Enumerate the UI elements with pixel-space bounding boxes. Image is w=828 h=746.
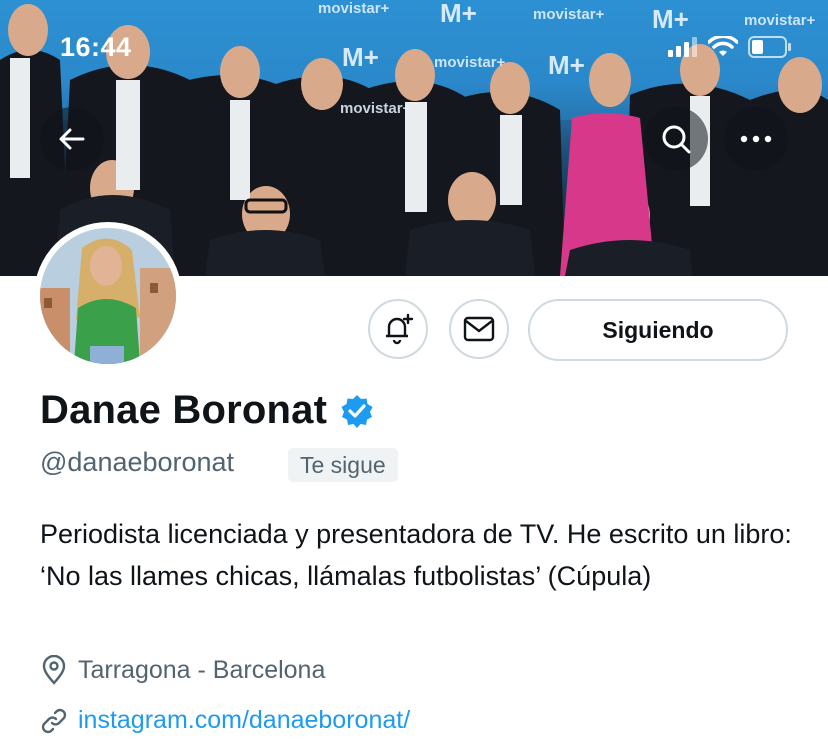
profile-name-row: Danae Boronat xyxy=(40,388,375,433)
arrow-left-icon xyxy=(59,128,85,150)
profile-avatar[interactable] xyxy=(34,222,182,370)
profile-website[interactable]: instagram.com/danaeboronat/ xyxy=(40,706,410,735)
banner-logo-mark: M+ xyxy=(652,4,689,34)
following-button[interactable]: Siguiendo xyxy=(528,299,788,361)
battery-icon xyxy=(748,36,791,58)
status-time: 16:44 xyxy=(60,32,132,62)
banner-logo-mark: M+ xyxy=(440,0,477,28)
profile-bio: Periodista licenciada y presentadora de … xyxy=(40,519,792,591)
follows-you-badge: Te sigue xyxy=(288,448,398,482)
verified-badge-icon xyxy=(341,394,373,428)
search-button[interactable] xyxy=(644,107,708,171)
banner-brand-text: movistar+ xyxy=(744,12,816,29)
status-icons xyxy=(668,36,792,58)
wifi-icon xyxy=(708,36,738,56)
banner-logo-mark: M+ xyxy=(548,50,585,80)
profile-name: Danae Boronat xyxy=(40,388,328,432)
avatar-photo xyxy=(40,228,176,364)
signal-icon xyxy=(668,37,697,57)
envelope-icon xyxy=(463,316,495,342)
website-link[interactable]: instagram.com/danaeboronat/ xyxy=(78,706,410,735)
banner-brand-text: movistar+ xyxy=(340,100,412,117)
search-icon xyxy=(662,125,691,154)
message-button[interactable] xyxy=(449,299,509,359)
location-text: Tarragona - Barcelona xyxy=(78,655,326,684)
bell-plus-icon xyxy=(386,313,414,345)
more-button[interactable] xyxy=(724,107,788,171)
notifications-button[interactable] xyxy=(368,299,428,359)
profile-location: Tarragona - Barcelona xyxy=(40,655,325,685)
banner-brand-text: movistar+ xyxy=(533,6,605,23)
back-button[interactable] xyxy=(40,107,104,171)
more-horizontal-icon xyxy=(740,135,772,143)
banner-logo-mark: M+ xyxy=(342,42,379,72)
banner-brand-text: movistar+ xyxy=(434,54,506,71)
banner-brand-text: movistar+ xyxy=(318,0,390,17)
profile-handle: @danaeboronat xyxy=(40,447,235,477)
link-icon xyxy=(41,708,67,733)
location-pin-icon xyxy=(42,655,66,685)
